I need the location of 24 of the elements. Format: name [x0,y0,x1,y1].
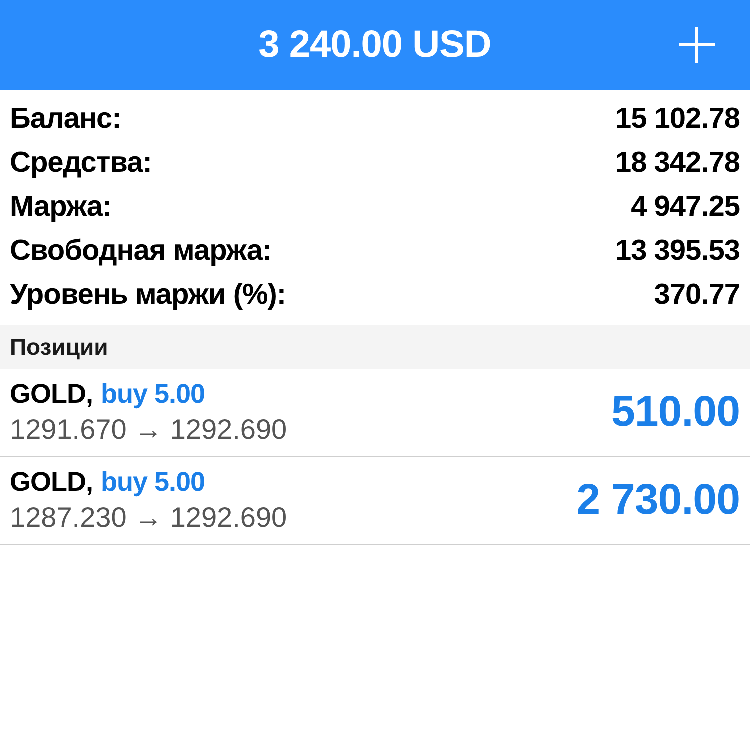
add-button[interactable] [678,26,716,64]
position-row[interactable]: GOLD, buy 5.00 1287.230 → 1292.690 2 730.00 [0,457,750,545]
trade-label: buy 5.00 [101,379,206,410]
price-range-text: 1291.670 → 1292.690 [10,414,288,446]
summary-label: Уровень маржи (%): [10,278,286,312]
summary-label: Свободная маржа: [10,234,272,268]
profit-value: 510.00 [611,388,740,437]
summary-value: 4 947.25 [631,190,740,224]
summary-label: Баланс: [10,102,122,136]
summary-value: 18 342.78 [615,146,740,180]
summary-label: Средства: [10,146,152,180]
position-row[interactable]: GOLD, buy 5.00 1291.670 → 1292.690 510.00 [0,369,750,457]
summary-label: Маржа: [10,190,112,224]
symbol-label: GOLD, [10,379,93,410]
account-total-title: 3 240.00 USD [258,26,492,64]
profit-value: 2 730.00 [576,476,740,525]
plus-icon [679,27,715,63]
section-header: Позиции [0,325,750,369]
summary-value: 370.77 [654,278,740,312]
summary-value: 15 102.78 [615,102,740,136]
symbol-label: GOLD, [10,467,93,498]
trade-label: buy 5.00 [101,467,206,498]
summary-value: 13 395.53 [615,234,740,268]
price-range-text: 1287.230 → 1292.690 [10,502,288,534]
